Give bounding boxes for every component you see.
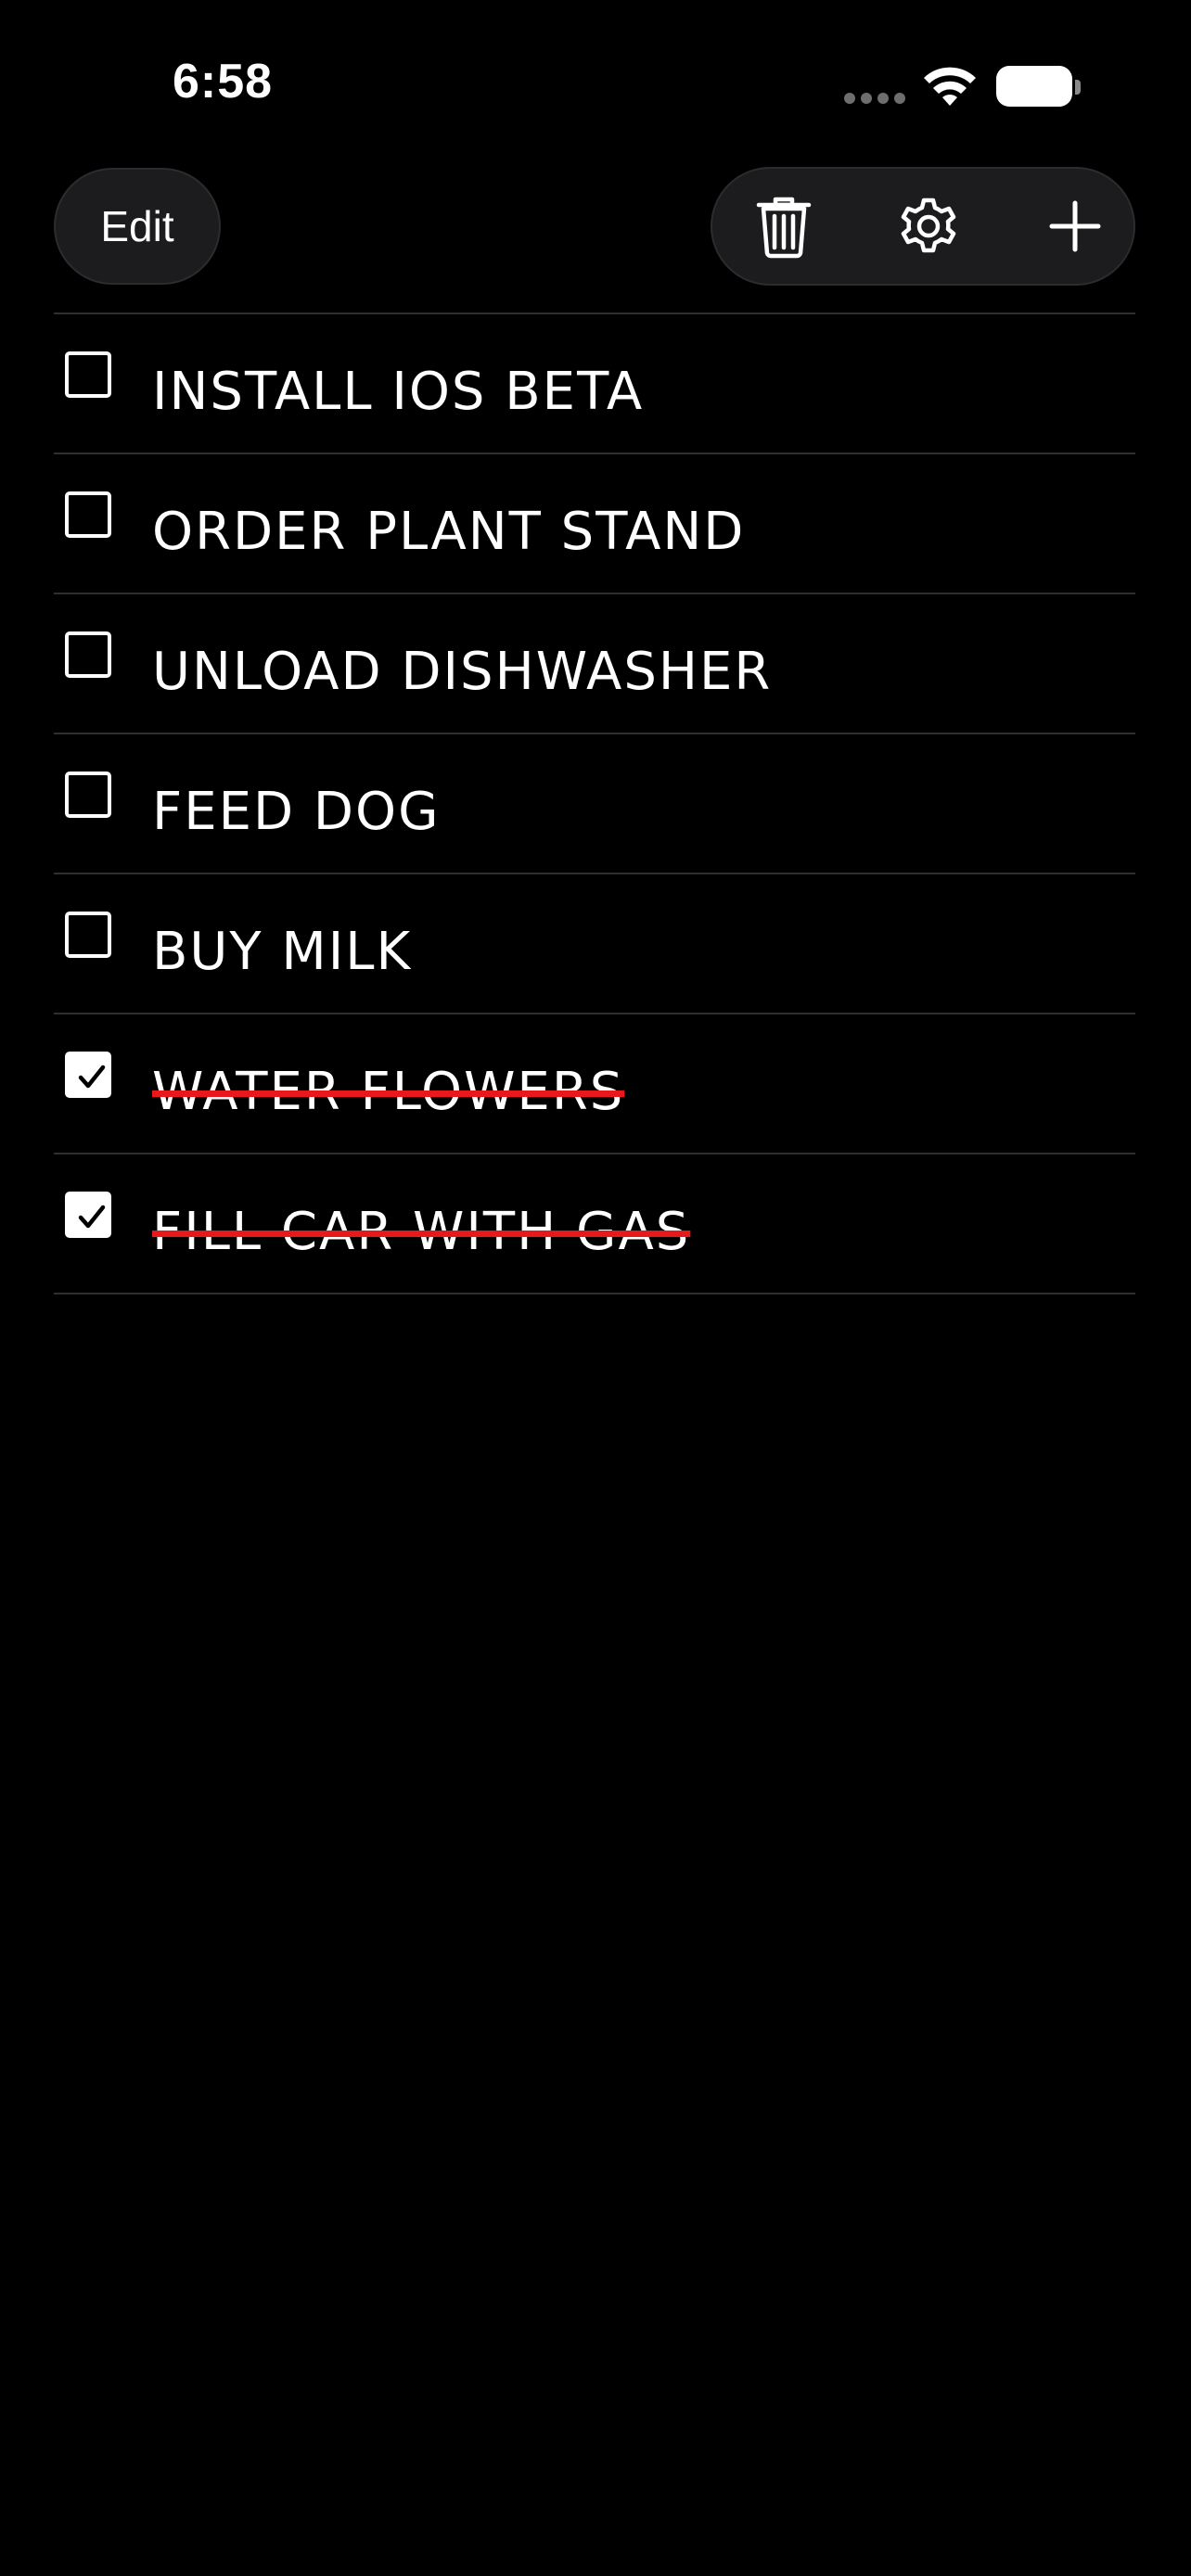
wifi-icon (924, 67, 976, 106)
todo-item[interactable]: UNLOAD DISHWASHER (54, 594, 1135, 733)
todo-item[interactable]: BUY MILK (54, 874, 1135, 1013)
signal-dots-icon (844, 93, 905, 106)
edit-button[interactable]: Edit (54, 168, 221, 285)
todo-item[interactable]: FEED DOG (54, 734, 1135, 873)
checkmark-icon (78, 1205, 106, 1229)
todo-checkbox[interactable] (65, 1192, 111, 1238)
todo-item[interactable]: FILL CAR WITH GAS (54, 1154, 1135, 1293)
trash-icon (756, 197, 812, 259)
todo-checkbox[interactable] (65, 912, 111, 958)
todo-label: FEED DOG (152, 782, 441, 842)
toolbar-action-group (711, 167, 1135, 286)
todo-item[interactable]: WATER FLOWERS (54, 1014, 1135, 1153)
todo-label: BUY MILK (152, 922, 413, 982)
battery-icon (996, 66, 1082, 108)
todo-item[interactable]: ORDER PLANT STAND (54, 454, 1135, 593)
settings-button[interactable] (877, 169, 980, 284)
todo-label: ORDER PLANT STAND (152, 502, 746, 562)
todo-checkbox[interactable] (65, 772, 111, 818)
todo-item[interactable]: INSTALL IOS BETA (54, 314, 1135, 453)
todo-checkbox[interactable] (65, 1052, 111, 1098)
todo-label: WATER FLOWERS (152, 1062, 625, 1122)
todo-checkbox[interactable] (65, 631, 111, 678)
todo-checkbox[interactable] (65, 351, 111, 398)
checkmark-icon (78, 1065, 106, 1089)
plus-icon (1049, 200, 1101, 252)
add-button[interactable] (1024, 169, 1126, 284)
divider (54, 1293, 1135, 1294)
todo-label: UNLOAD DISHWASHER (152, 642, 773, 702)
status-time: 6:58 (173, 55, 274, 108)
status-bar: 6:58 (0, 0, 1191, 176)
gear-icon (901, 198, 956, 253)
todo-label: INSTALL IOS BETA (152, 362, 645, 422)
todo-label: FILL CAR WITH GAS (152, 1202, 691, 1262)
delete-button[interactable] (733, 169, 835, 284)
todo-checkbox[interactable] (65, 491, 111, 538)
todo-list: INSTALL IOS BETA ORDER PLANT STAND UNLOA… (54, 312, 1135, 1294)
